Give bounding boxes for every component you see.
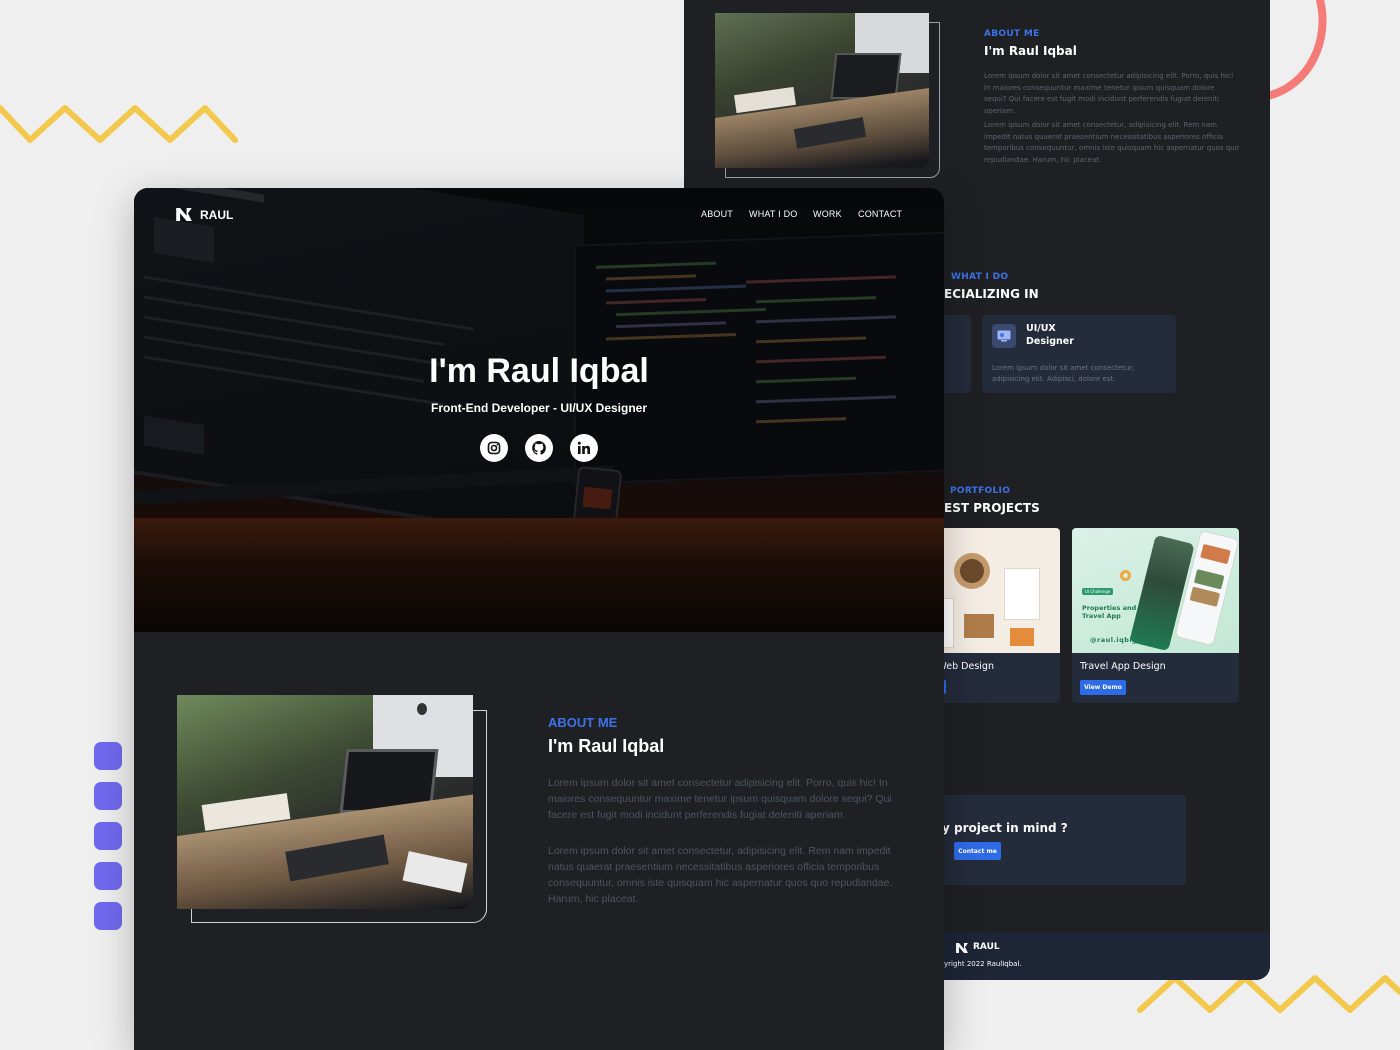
about-text-small-1: Lorem ipsum dolor sit amet consectetur a… — [984, 72, 1234, 115]
service-title-2: Designer — [1026, 336, 1074, 347]
cta-card: y project in mind ? Contact me — [914, 795, 1186, 885]
contact-me-button[interactable]: Contact me — [954, 842, 1001, 860]
nav-what-i-do[interactable]: WHAT I DO — [749, 209, 797, 219]
about-photo — [177, 695, 473, 909]
hero-subtitle: Front-End Developer - UI/UX Designer — [430, 401, 648, 415]
about-title: I'm Raul Iqbal — [548, 736, 665, 756]
service-card-uiux: UI/UX Designer Lorem ipsum dolor sit ame… — [982, 315, 1176, 393]
nav-contact[interactable]: CONTACT — [858, 209, 902, 219]
whatido-title: ECIALIZING IN — [944, 287, 1039, 301]
about-eyebrow-small: ABOUT ME — [984, 29, 1040, 39]
project-card-2[interactable]: UI Challenge Properties and Travel App @… — [1072, 528, 1239, 703]
portfolio-eyebrow: PORTFOLIO — [950, 486, 1011, 496]
about-paragraph-2: Lorem ipsum dolor sit amet consectetur, … — [548, 845, 893, 905]
project-title-2: Travel App Design — [1080, 661, 1166, 672]
hero-title: I'm Raul Iqbal — [429, 352, 649, 390]
footer-logo-text: RAUL — [973, 942, 1000, 952]
instagram-icon[interactable] — [480, 434, 508, 462]
whatido-eyebrow: WHAT I DO — [951, 272, 1009, 282]
about-photo-small — [715, 13, 929, 168]
portfolio-title: EST PROJECTS — [944, 501, 1040, 515]
about-eyebrow: ABOUT ME — [548, 715, 618, 730]
design-icon — [992, 324, 1016, 348]
about-title-small: I'm Raul Iqbal — [984, 44, 1077, 58]
logo-icon — [176, 208, 192, 221]
linkedin-icon[interactable] — [570, 434, 598, 462]
nav-work[interactable]: WORK — [813, 209, 842, 219]
service-text: Lorem ipsum dolor sit amet consectetur, … — [992, 364, 1135, 383]
arc-decoration — [1264, 0, 1327, 100]
view-demo-button[interactable]: View Demo — [1080, 680, 1126, 695]
project-thumbnail-2: UI Challenge Properties and Travel App @… — [1072, 528, 1239, 653]
footer-copyright: yright 2022 RaulIqbal. — [944, 960, 1022, 968]
cta-text: y project in mind ? — [942, 821, 1068, 835]
nav-about[interactable]: ABOUT — [701, 209, 733, 219]
logo-icon — [956, 943, 968, 953]
zigzag-decoration-top — [0, 105, 238, 143]
github-icon[interactable] — [525, 434, 553, 462]
dots-decoration — [94, 742, 122, 942]
hero-section: RAUL ABOUT WHAT I DO WORK CONTACT I'm Ra… — [134, 188, 944, 632]
main-page-preview: RAUL ABOUT WHAT I DO WORK CONTACT I'm Ra… — [134, 188, 944, 1050]
service-title-1: UI/UX — [1026, 323, 1056, 334]
logo-text[interactable]: RAUL — [200, 208, 233, 222]
about-text-small-2: Lorem ipsum dolor sit amet consectetur, … — [984, 121, 1239, 164]
about-paragraph-1: Lorem ipsum dolor sit amet consectetur a… — [548, 777, 892, 821]
